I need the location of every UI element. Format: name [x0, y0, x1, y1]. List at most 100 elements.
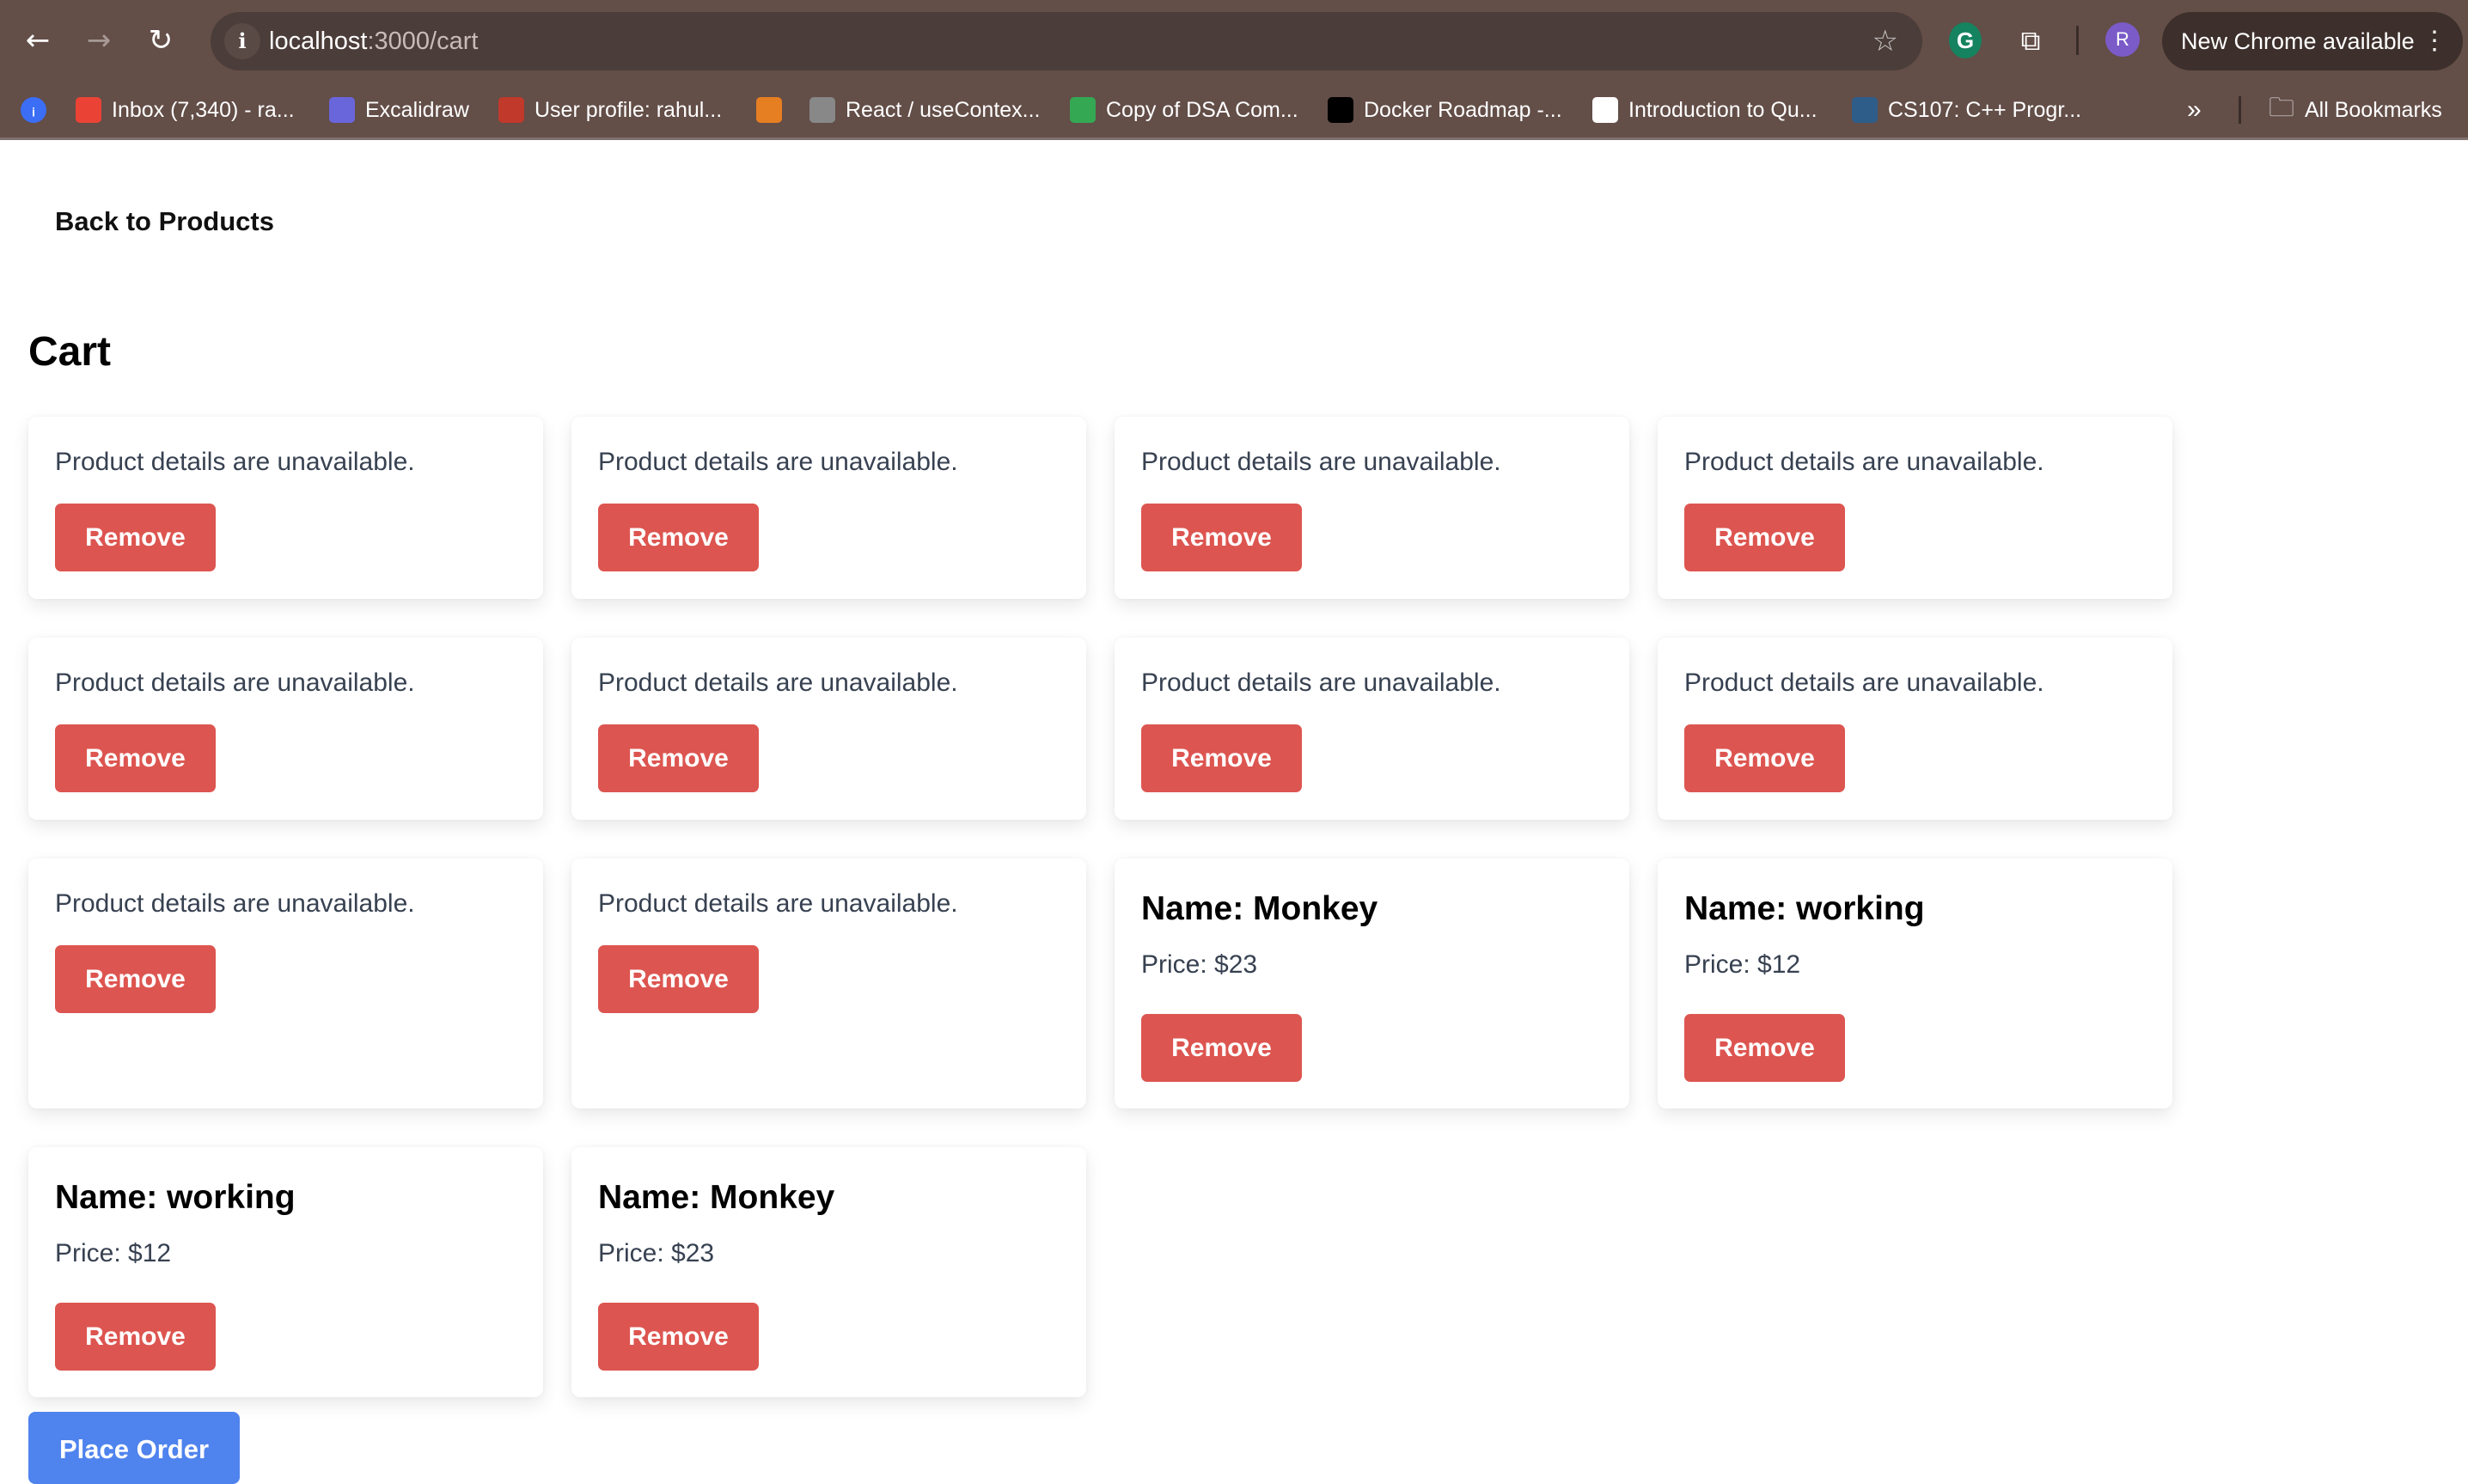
remove-button[interactable]: Remove	[1684, 504, 1845, 571]
bookmark-label: CS107: C++ Progr...	[1888, 97, 2082, 122]
product-name: Name: Monkey	[1141, 890, 1378, 927]
unavailable-message: Product details are unavailable.	[598, 669, 958, 697]
remove-button[interactable]: Remove	[55, 504, 216, 571]
toolbar-divider	[2076, 26, 2079, 55]
unavailable-message: Product details are unavailable.	[1684, 448, 2044, 476]
bookmark-item[interactable]: User profile: rahul...	[498, 86, 722, 134]
bookmark-item[interactable]: Docker Roadmap -...	[1328, 86, 1562, 134]
bookmark-item[interactable]: Excalidraw	[329, 86, 469, 134]
back-arrow-icon[interactable]: ←	[18, 21, 58, 60]
url-host: localhost	[269, 27, 368, 55]
new-chrome-available-button[interactable]: New Chrome available ⋮	[2162, 12, 2463, 70]
remove-button[interactable]: Remove	[55, 1303, 216, 1371]
bookmarks-divider	[2239, 96, 2241, 124]
remove-button[interactable]: Remove	[1141, 1014, 1302, 1082]
cs107-icon	[1852, 97, 1878, 123]
bookmarks-bar: ᵢ Inbox (7,340) - ra... Excalidraw User pr…	[0, 86, 2468, 134]
remove-button[interactable]: Remove	[1141, 504, 1302, 571]
browser-chrome: ← → ↻ i localhost:3000/cart ☆ G ⧉ R New …	[0, 0, 2468, 140]
unavailable-message: Product details are unavailable.	[1684, 669, 2044, 697]
bookmark-label: User profile: rahul...	[535, 97, 723, 122]
cart-item-card: Product details are unavailable. Remove	[571, 417, 1086, 599]
profile-avatar[interactable]: R	[2105, 22, 2140, 57]
product-price: Price: $12	[1684, 950, 1801, 979]
remove-button[interactable]: Remove	[55, 724, 216, 792]
url-text[interactable]: localhost:3000/cart	[269, 12, 478, 70]
all-bookmarks-button[interactable]: 🗀 All Bookmarks	[2269, 86, 2442, 134]
unavailable-message: Product details are unavailable.	[1141, 448, 1501, 476]
cart-item-card: Product details are unavailable. Remove	[571, 638, 1086, 820]
tab-strip	[0, 0, 2468, 12]
cart-items-grid: Product details are unavailable. Remove Pr…	[28, 417, 2172, 1397]
stalk-icon	[498, 97, 524, 123]
bookmark-item[interactable]: Copy of DSA Com...	[1070, 86, 1298, 134]
extensions-puzzle-icon[interactable]: ⧉	[2015, 22, 2046, 58]
cart-item-card: Product details are unavailable. Remove	[1658, 417, 2172, 599]
grammarly-extension-icon[interactable]: G	[1949, 22, 1982, 58]
remove-button[interactable]: Remove	[598, 504, 759, 571]
cart-item-card: Product details are unavailable. Remove	[1115, 417, 1629, 599]
address-bar[interactable]: i localhost:3000/cart ☆	[211, 12, 1922, 70]
unavailable-message: Product details are unavailable.	[598, 448, 958, 476]
product-price: Price: $23	[1141, 950, 1258, 979]
app-icon: ᵢ	[21, 97, 46, 123]
cart-item-card: Product details are unavailable. Remove	[1658, 638, 2172, 820]
page-title: Cart	[28, 329, 112, 375]
remove-button[interactable]: Remove	[55, 945, 216, 1013]
bookmark-label: Inbox (7,340) - ra...	[112, 97, 295, 122]
new-chrome-label: New Chrome available	[2181, 28, 2415, 54]
active-tab[interactable]	[0, 0, 2468, 12]
codechef-icon	[756, 97, 782, 123]
bookmark-label: Introduction to Qu...	[1628, 97, 1817, 122]
bookmark-item[interactable]: CS107: C++ Progr...	[1852, 86, 2081, 134]
all-bookmarks-label: All Bookmarks	[2305, 97, 2442, 122]
product-price: Price: $12	[55, 1239, 172, 1267]
remove-button[interactable]: Remove	[1684, 1014, 1845, 1082]
bookmark-label: Copy of DSA Com...	[1106, 97, 1298, 122]
site-info-icon[interactable]: i	[224, 23, 260, 59]
cart-item-card: Name: Monkey Price: $23 Remove	[571, 1147, 1086, 1397]
unavailable-message: Product details are unavailable.	[55, 448, 415, 476]
remove-button[interactable]: Remove	[598, 1303, 759, 1371]
kebab-menu-icon[interactable]: ⋮	[2422, 12, 2447, 70]
cart-item-card: Product details are unavailable. Remove	[571, 858, 1086, 1108]
sheets-icon	[1070, 97, 1096, 123]
bookmark-star-icon[interactable]: ☆	[1872, 12, 1898, 70]
bookmark-item[interactable]: Inbox (7,340) - ra...	[76, 86, 295, 134]
forward-arrow-icon[interactable]: →	[79, 21, 119, 60]
remove-button[interactable]: Remove	[1684, 724, 1845, 792]
cart-item-card: Product details are unavailable. Remove	[1115, 638, 1629, 820]
product-price: Price: $23	[598, 1239, 715, 1267]
more-bookmarks-chevron-icon[interactable]: »	[2187, 86, 2202, 134]
cart-page: Back to Products Cart Product details ar…	[0, 140, 2468, 1484]
unavailable-message: Product details are unavailable.	[55, 889, 415, 918]
cart-item-card: Name: working Price: $12 Remove	[1658, 858, 2172, 1108]
reload-icon[interactable]: ↻	[141, 21, 180, 60]
excalidraw-icon	[329, 97, 355, 123]
back-to-products-link[interactable]: Back to Products	[55, 205, 274, 238]
cart-item-card: Product details are unavailable. Remove	[28, 858, 543, 1108]
bookmark-app-icon[interactable]: ᵢ	[21, 86, 46, 134]
bookmark-item[interactable]: Introduction to Qu...	[1592, 86, 1817, 134]
remove-button[interactable]: Remove	[598, 945, 759, 1013]
url-path: :3000/cart	[367, 27, 479, 55]
remove-button[interactable]: Remove	[598, 724, 759, 792]
unavailable-message: Product details are unavailable.	[55, 669, 415, 697]
roadmap-icon	[1328, 97, 1353, 123]
bookmark-label: Docker Roadmap -...	[1364, 97, 1562, 122]
globe-icon	[1592, 97, 1618, 123]
product-name: Name: working	[55, 1179, 296, 1216]
bookmark-item[interactable]	[756, 86, 782, 134]
cart-item-card: Product details are unavailable. Remove	[28, 417, 543, 599]
place-order-button[interactable]: Place Order	[28, 1412, 240, 1484]
gmail-icon	[76, 97, 101, 123]
folder-icon: 🗀	[2269, 93, 2294, 122]
remove-button[interactable]: Remove	[1141, 724, 1302, 792]
cart-item-card: Name: working Price: $12 Remove	[28, 1147, 543, 1397]
cart-item-card: Product details are unavailable. Remove	[28, 638, 543, 820]
unavailable-message: Product details are unavailable.	[598, 889, 958, 918]
product-name: Name: working	[1684, 890, 1925, 927]
bookmark-label: Excalidraw	[365, 97, 469, 122]
unavailable-message: Product details are unavailable.	[1141, 669, 1501, 697]
bookmark-item[interactable]: React / useContex...	[809, 86, 1041, 134]
